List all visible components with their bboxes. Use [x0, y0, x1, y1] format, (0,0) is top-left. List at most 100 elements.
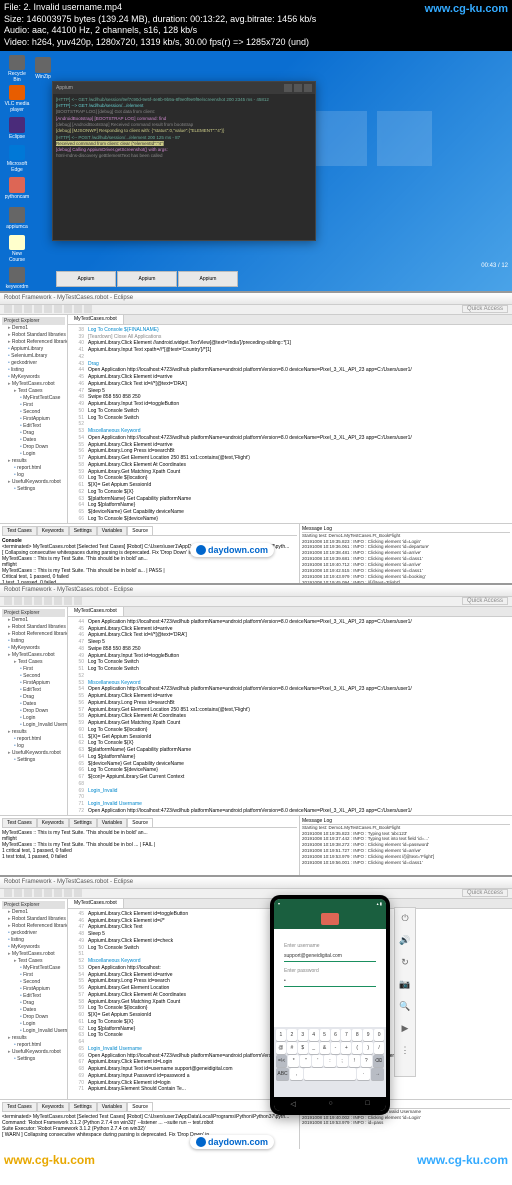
keyboard-key[interactable]: :	[324, 1055, 335, 1067]
tree-item[interactable]: Robot Standard libraries	[8, 332, 65, 339]
tree-item[interactable]: First	[8, 972, 65, 979]
rotate-icon[interactable]: ↻	[398, 956, 412, 970]
keyboard-key[interactable]: 9	[363, 1029, 373, 1041]
tree-item[interactable]: Robot Referenced libraries	[8, 631, 65, 638]
tree-item[interactable]: Robot Standard libraries	[8, 624, 65, 631]
keyboard-key[interactable]: *	[288, 1055, 299, 1067]
tree-item[interactable]: MyTestCases.robot	[8, 381, 65, 388]
keyboard-key[interactable]: )	[363, 1042, 373, 1054]
tree-item[interactable]: UsefulKeywords.robot	[8, 1049, 65, 1056]
editor-tab[interactable]: MyTestCases.robot	[68, 607, 124, 616]
recent-icon[interactable]: □	[365, 1100, 369, 1107]
console-panel[interactable]: Test Cases Keywords Settings Variables S…	[0, 816, 300, 875]
keyboard-key[interactable]: ·	[357, 1068, 370, 1080]
tree-item[interactable]: Settings	[8, 757, 65, 764]
keyboard-key[interactable]: 0	[374, 1029, 384, 1041]
tree-item[interactable]: Robot Referenced libraries	[8, 923, 65, 930]
tree-item[interactable]: Drag	[8, 430, 65, 437]
tree-item[interactable]: listing	[8, 367, 65, 374]
message-log-panel[interactable]: Message Log Starting test: Demo1.MyTestC…	[300, 524, 512, 583]
tree-item[interactable]: geckodriver	[8, 360, 65, 367]
bottom-tab[interactable]: Source	[127, 818, 153, 827]
keyboard-key[interactable]: ,	[290, 1068, 303, 1080]
keyboard-key[interactable]: ⌫	[373, 1055, 384, 1067]
tree-item[interactable]: First	[8, 666, 65, 673]
tree-item[interactable]: MyKeywords	[8, 645, 65, 652]
code-editor[interactable]: MyTestCases.robot 44 Open Application ht…	[68, 607, 512, 815]
bottom-tab[interactable]: Settings	[69, 818, 97, 827]
tree-item[interactable]: Settings	[8, 486, 65, 493]
bottom-tab[interactable]: Test Cases	[2, 818, 37, 827]
tree-item[interactable]: Demo1	[8, 909, 65, 916]
bottom-tab[interactable]: Keywords	[37, 1102, 69, 1111]
tree-item[interactable]: report.html	[8, 465, 65, 472]
desktop-icon[interactable]: Eclipse	[4, 115, 30, 143]
tree-item[interactable]: log	[8, 743, 65, 750]
keyboard-key[interactable]: $	[298, 1042, 308, 1054]
bottom-tab[interactable]: Source	[127, 526, 153, 535]
tree-item[interactable]: Test Cases	[8, 659, 65, 666]
android-emulator[interactable]: ▾▴ ▮ Enter username support@geneidigital…	[270, 895, 390, 1115]
keyboard-key[interactable]: 5	[320, 1029, 330, 1041]
tree-item[interactable]: report.html	[8, 736, 65, 743]
tree-item[interactable]: EditText	[8, 423, 65, 430]
tree-item[interactable]: Login	[8, 1021, 65, 1028]
bottom-tab[interactable]: Keywords	[37, 818, 69, 827]
tree-item[interactable]: report.html	[8, 1042, 65, 1049]
desktop-icon[interactable]: VLC media player	[4, 85, 30, 113]
keyboard-key[interactable]: /	[374, 1042, 384, 1054]
keyboard-key[interactable]: "	[300, 1055, 311, 1067]
taskbar-item[interactable]: Appium	[117, 271, 177, 287]
keyboard-key[interactable]: 7	[341, 1029, 351, 1041]
tree-item[interactable]: Drag	[8, 694, 65, 701]
desktop-icon[interactable]: appiumca	[4, 205, 30, 233]
tree-item[interactable]: Second	[8, 979, 65, 986]
ide-toolbar[interactable]: Quick Access	[0, 305, 512, 315]
tree-item[interactable]: results	[8, 1035, 65, 1042]
tree-item[interactable]: SeleniumLibrary	[8, 353, 65, 360]
tree-item[interactable]: Demo1	[8, 617, 65, 624]
tree-item[interactable]: log	[8, 472, 65, 479]
desktop-icon[interactable]: pythoncam	[4, 175, 30, 203]
tree-item[interactable]: MyKeywords	[8, 374, 65, 381]
tree-item[interactable]: Test Cases	[8, 388, 65, 395]
tree-item[interactable]: MyTestCases.robot	[8, 652, 65, 659]
more-icon[interactable]: ⋮	[398, 1044, 412, 1058]
tree-item[interactable]: FirstAppium	[8, 680, 65, 687]
tree-item[interactable]: Login	[8, 715, 65, 722]
keyboard-key[interactable]: ?	[361, 1055, 372, 1067]
bottom-panel[interactable]: Test Cases Keywords Settings Variables S…	[0, 815, 512, 875]
keyboard-key[interactable]: 8	[352, 1029, 362, 1041]
volume-icon[interactable]: 🔊	[398, 934, 412, 948]
keyboard-key[interactable]: 2	[287, 1029, 297, 1041]
tree-item[interactable]: listing	[8, 937, 65, 944]
tree-item[interactable]: Drop Down	[8, 444, 65, 451]
ide-toolbar[interactable]: Quick Access	[0, 597, 512, 607]
keyboard-key[interactable]: 4	[309, 1029, 319, 1041]
editor-tab[interactable]: MyTestCases.robot	[68, 315, 124, 324]
tree-item[interactable]: EditText	[8, 687, 65, 694]
code-area[interactable]: 44 Open Application http://localhost:472…	[68, 617, 512, 815]
tree-item[interactable]: Second	[8, 409, 65, 416]
tree-item[interactable]: Dates	[8, 701, 65, 708]
keyboard-key[interactable]: =\<	[276, 1055, 287, 1067]
editor-tabs[interactable]: MyTestCases.robot	[68, 607, 512, 617]
tree-item[interactable]: EditText	[8, 993, 65, 1000]
keyboard-key[interactable]	[304, 1068, 356, 1080]
terminal-titlebar[interactable]: Appium	[53, 82, 315, 94]
bottom-tab[interactable]: Keywords	[37, 526, 69, 535]
play-icon[interactable]: ▶	[398, 1022, 412, 1036]
tree-item[interactable]: Dates	[8, 1007, 65, 1014]
tree-item[interactable]: Dates	[8, 437, 65, 444]
tree-item[interactable]: Login_Invalid Username	[8, 1028, 65, 1035]
password-input[interactable]: •	[284, 976, 376, 987]
tree-item[interactable]: Drag	[8, 1000, 65, 1007]
code-area[interactable]: 38Log To Console ${FINALNAME}39[Teardown…	[68, 325, 512, 523]
android-nav-bar[interactable]: ◁ ○ □	[274, 1097, 386, 1111]
keyboard-key[interactable]: 3	[298, 1029, 308, 1041]
tree-item[interactable]: MyFirstTestCase	[8, 965, 65, 972]
tree-item[interactable]: results	[8, 729, 65, 736]
editor-tab[interactable]: MyTestCases.robot	[68, 899, 124, 908]
keyboard-key[interactable]: 1	[276, 1029, 286, 1041]
bottom-tab[interactable]: Variables	[97, 526, 127, 535]
